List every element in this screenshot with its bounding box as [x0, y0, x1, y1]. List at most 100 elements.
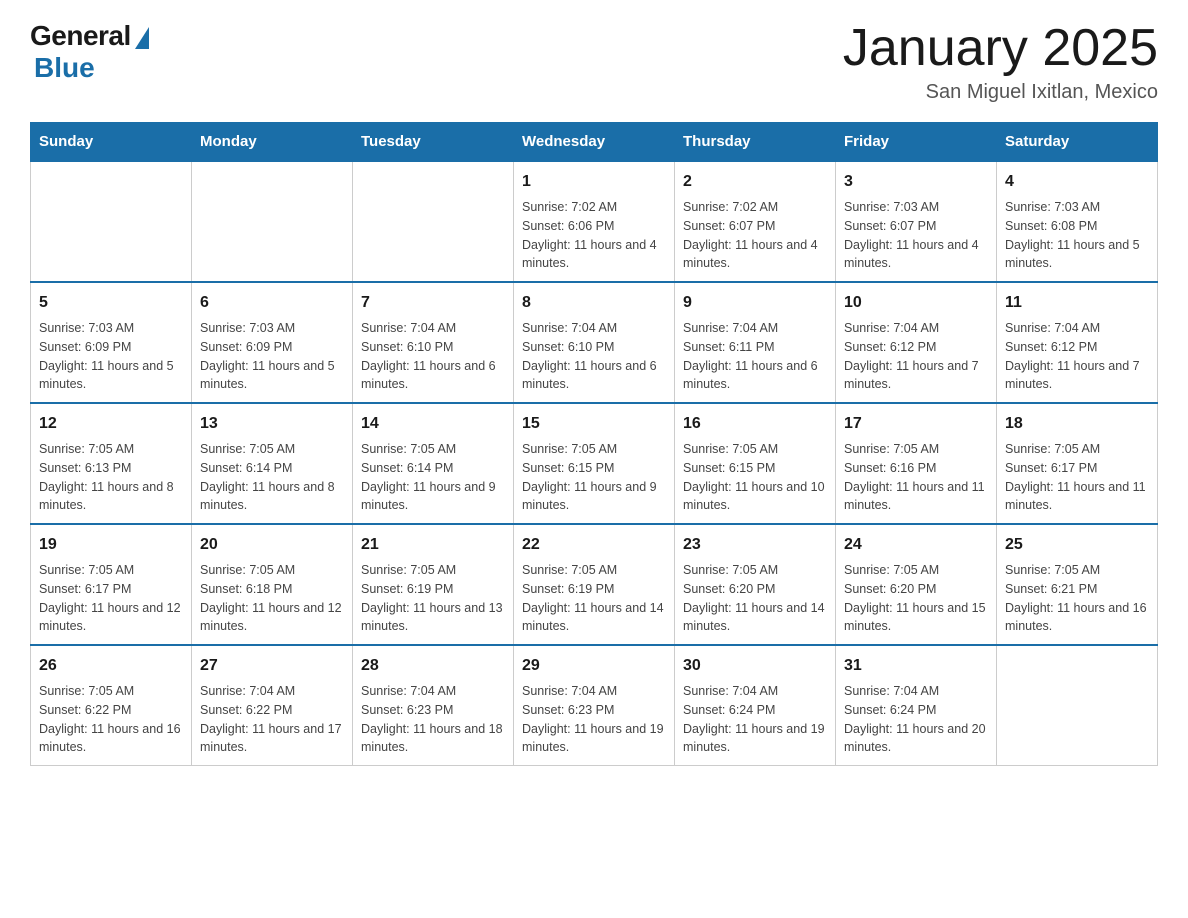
logo-triangle-icon [135, 27, 149, 49]
week-row-5: 26 Sunrise: 7:05 AMSunset: 6:22 PMDayligh… [31, 645, 1158, 766]
calendar-cell: 22 Sunrise: 7:05 AMSunset: 6:19 PMDayligh… [514, 524, 675, 645]
calendar-cell: 26 Sunrise: 7:05 AMSunset: 6:22 PMDayligh… [31, 645, 192, 766]
calendar-cell [353, 161, 514, 282]
calendar-cell: 14 Sunrise: 7:05 AMSunset: 6:14 PMDayligh… [353, 403, 514, 524]
calendar-cell: 16Sunrise: 7:05 AMSunset: 6:15 PMDayligh… [675, 403, 836, 524]
calendar-cell: 17Sunrise: 7:05 AMSunset: 6:16 PMDayligh… [836, 403, 997, 524]
week-row-3: 12 Sunrise: 7:05 AMSunset: 6:13 PMDayligh… [31, 403, 1158, 524]
day-number: 24 [844, 533, 988, 557]
weekday-header-sunday: Sunday [31, 123, 192, 162]
calendar-cell: 7 Sunrise: 7:04 AMSunset: 6:10 PMDaylight… [353, 282, 514, 403]
calendar-table: SundayMondayTuesdayWednesdayThursdayFrid… [30, 122, 1158, 766]
day-info: Sunrise: 7:05 AMSunset: 6:15 PMDaylight:… [522, 440, 666, 515]
calendar-cell: 30 Sunrise: 7:04 AMSunset: 6:24 PMDayligh… [675, 645, 836, 766]
day-number: 31 [844, 654, 988, 678]
calendar-cell: 24 Sunrise: 7:05 AMSunset: 6:20 PMDayligh… [836, 524, 997, 645]
day-info: Sunrise: 7:03 AMSunset: 6:08 PMDaylight:… [1005, 198, 1149, 273]
logo-blue-text: Blue [34, 52, 95, 84]
day-info: Sunrise: 7:05 AMSunset: 6:16 PMDaylight:… [844, 440, 988, 515]
day-info: Sunrise: 7:04 AMSunset: 6:23 PMDaylight:… [522, 682, 666, 757]
day-number: 30 [683, 654, 827, 678]
day-info: Sunrise: 7:05 AMSunset: 6:22 PMDaylight:… [39, 682, 183, 757]
calendar-cell: 8 Sunrise: 7:04 AMSunset: 6:10 PMDaylight… [514, 282, 675, 403]
day-number: 4 [1005, 170, 1149, 194]
calendar-cell: 11Sunrise: 7:04 AMSunset: 6:12 PMDayligh… [997, 282, 1158, 403]
day-info: Sunrise: 7:05 AMSunset: 6:18 PMDaylight:… [200, 561, 344, 636]
calendar-cell: 9 Sunrise: 7:04 AMSunset: 6:11 PMDaylight… [675, 282, 836, 403]
day-number: 29 [522, 654, 666, 678]
day-number: 18 [1005, 412, 1149, 436]
calendar-body: 1 Sunrise: 7:02 AMSunset: 6:06 PMDaylight… [31, 161, 1158, 766]
day-number: 12 [39, 412, 183, 436]
day-info: Sunrise: 7:04 AMSunset: 6:10 PMDaylight:… [361, 319, 505, 394]
weekday-header-tuesday: Tuesday [353, 123, 514, 162]
calendar-cell [192, 161, 353, 282]
day-number: 9 [683, 291, 827, 315]
day-info: Sunrise: 7:02 AMSunset: 6:07 PMDaylight:… [683, 198, 827, 273]
day-info: Sunrise: 7:05 AMSunset: 6:17 PMDaylight:… [1005, 440, 1149, 515]
calendar-cell: 31 Sunrise: 7:04 AMSunset: 6:24 PMDayligh… [836, 645, 997, 766]
calendar-cell: 18 Sunrise: 7:05 AMSunset: 6:17 PMDayligh… [997, 403, 1158, 524]
day-info: Sunrise: 7:05 AMSunset: 6:15 PMDaylight:… [683, 440, 827, 515]
day-info: Sunrise: 7:04 AMSunset: 6:23 PMDaylight:… [361, 682, 505, 757]
day-number: 7 [361, 291, 505, 315]
day-info: Sunrise: 7:04 AMSunset: 6:24 PMDaylight:… [683, 682, 827, 757]
calendar-cell: 27Sunrise: 7:04 AMSunset: 6:22 PMDayligh… [192, 645, 353, 766]
day-number: 6 [200, 291, 344, 315]
day-number: 26 [39, 654, 183, 678]
day-number: 8 [522, 291, 666, 315]
day-number: 20 [200, 533, 344, 557]
day-number: 22 [522, 533, 666, 557]
weekday-header-friday: Friday [836, 123, 997, 162]
day-number: 15 [522, 412, 666, 436]
day-info: Sunrise: 7:04 AMSunset: 6:22 PMDaylight:… [200, 682, 344, 757]
calendar-cell: 4 Sunrise: 7:03 AMSunset: 6:08 PMDaylight… [997, 161, 1158, 282]
weekday-header-monday: Monday [192, 123, 353, 162]
weekday-header-wednesday: Wednesday [514, 123, 675, 162]
day-number: 28 [361, 654, 505, 678]
calendar-cell: 2 Sunrise: 7:02 AMSunset: 6:07 PMDaylight… [675, 161, 836, 282]
calendar-cell: 28 Sunrise: 7:04 AMSunset: 6:23 PMDayligh… [353, 645, 514, 766]
calendar-cell: 29 Sunrise: 7:04 AMSunset: 6:23 PMDayligh… [514, 645, 675, 766]
calendar-cell: 5 Sunrise: 7:03 AMSunset: 6:09 PMDaylight… [31, 282, 192, 403]
day-info: Sunrise: 7:05 AMSunset: 6:14 PMDaylight:… [200, 440, 344, 515]
day-info: Sunrise: 7:05 AMSunset: 6:20 PMDaylight:… [844, 561, 988, 636]
calendar-cell: 20 Sunrise: 7:05 AMSunset: 6:18 PMDayligh… [192, 524, 353, 645]
day-info: Sunrise: 7:04 AMSunset: 6:24 PMDaylight:… [844, 682, 988, 757]
day-info: Sunrise: 7:05 AMSunset: 6:13 PMDaylight:… [39, 440, 183, 515]
calendar-cell: 23 Sunrise: 7:05 AMSunset: 6:20 PMDayligh… [675, 524, 836, 645]
day-number: 5 [39, 291, 183, 315]
weekday-header-thursday: Thursday [675, 123, 836, 162]
calendar-cell: 19Sunrise: 7:05 AMSunset: 6:17 PMDayligh… [31, 524, 192, 645]
day-number: 1 [522, 170, 666, 194]
day-info: Sunrise: 7:03 AMSunset: 6:07 PMDaylight:… [844, 198, 988, 273]
day-number: 10 [844, 291, 988, 315]
page-header: General Blue January 2025 San Miguel Ixi… [30, 20, 1158, 104]
day-info: Sunrise: 7:05 AMSunset: 6:17 PMDaylight:… [39, 561, 183, 636]
title-area: January 2025 San Miguel Ixitlan, Mexico [843, 20, 1158, 104]
month-title: January 2025 [843, 20, 1158, 77]
day-info: Sunrise: 7:04 AMSunset: 6:11 PMDaylight:… [683, 319, 827, 394]
day-number: 2 [683, 170, 827, 194]
calendar-cell: 13 Sunrise: 7:05 AMSunset: 6:14 PMDayligh… [192, 403, 353, 524]
day-number: 11 [1005, 291, 1149, 315]
weekday-header-saturday: Saturday [997, 123, 1158, 162]
calendar-cell: 25Sunrise: 7:05 AMSunset: 6:21 PMDayligh… [997, 524, 1158, 645]
calendar-cell: 10Sunrise: 7:04 AMSunset: 6:12 PMDayligh… [836, 282, 997, 403]
day-info: Sunrise: 7:05 AMSunset: 6:19 PMDaylight:… [522, 561, 666, 636]
day-info: Sunrise: 7:05 AMSunset: 6:20 PMDaylight:… [683, 561, 827, 636]
day-number: 25 [1005, 533, 1149, 557]
day-info: Sunrise: 7:04 AMSunset: 6:10 PMDaylight:… [522, 319, 666, 394]
day-number: 14 [361, 412, 505, 436]
day-number: 23 [683, 533, 827, 557]
calendar-cell: 12 Sunrise: 7:05 AMSunset: 6:13 PMDayligh… [31, 403, 192, 524]
logo: General Blue [30, 20, 149, 84]
day-number: 3 [844, 170, 988, 194]
day-info: Sunrise: 7:05 AMSunset: 6:14 PMDaylight:… [361, 440, 505, 515]
calendar-cell: 3 Sunrise: 7:03 AMSunset: 6:07 PMDaylight… [836, 161, 997, 282]
day-number: 13 [200, 412, 344, 436]
day-info: Sunrise: 7:03 AMSunset: 6:09 PMDaylight:… [39, 319, 183, 394]
calendar-cell: 1 Sunrise: 7:02 AMSunset: 6:06 PMDaylight… [514, 161, 675, 282]
day-info: Sunrise: 7:02 AMSunset: 6:06 PMDaylight:… [522, 198, 666, 273]
calendar-cell: 15 Sunrise: 7:05 AMSunset: 6:15 PMDayligh… [514, 403, 675, 524]
